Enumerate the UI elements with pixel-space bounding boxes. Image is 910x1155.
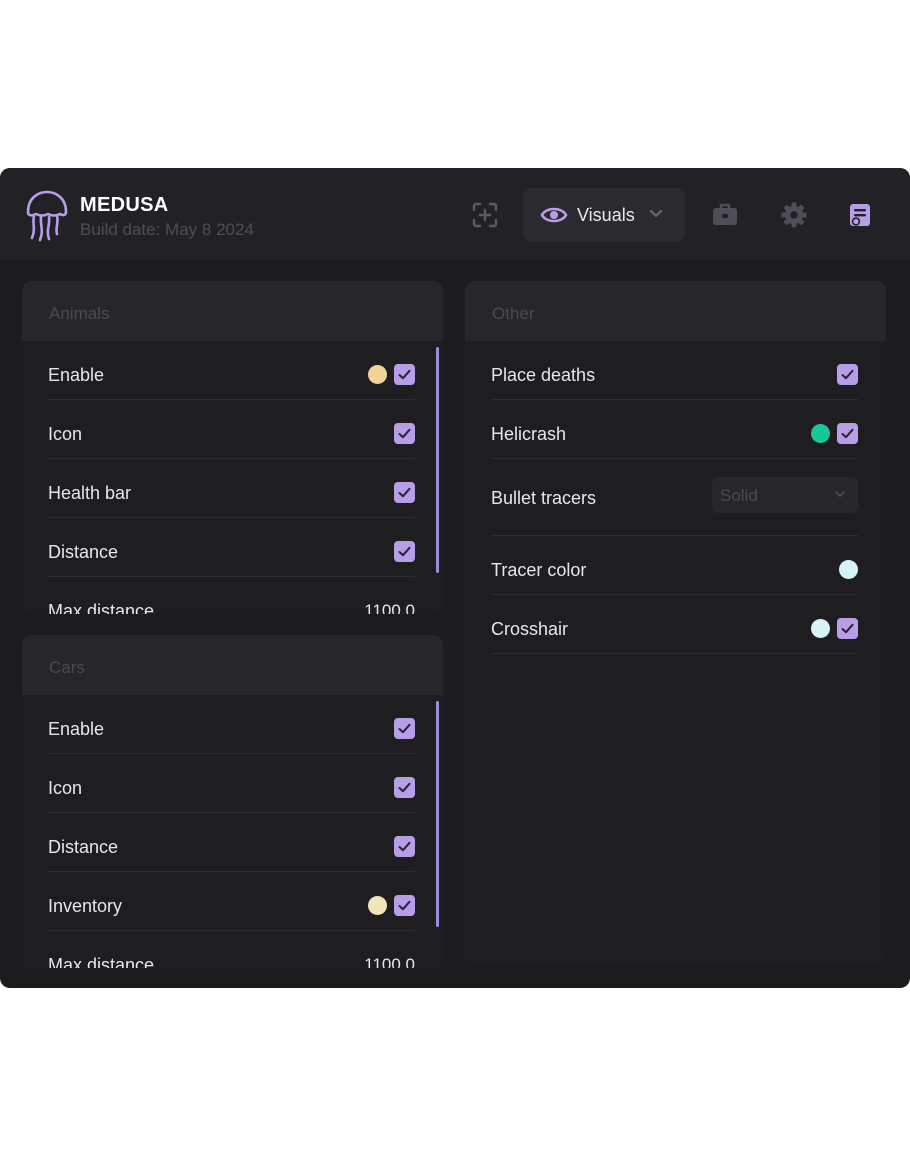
cars-panel-title: Cars xyxy=(49,658,85,677)
check-icon xyxy=(398,841,411,852)
check-icon xyxy=(398,723,411,734)
row-label: Tracer color xyxy=(491,560,587,580)
helicrash-checkbox[interactable] xyxy=(837,423,858,444)
row-label: Icon xyxy=(48,778,83,798)
max-distance-value: 1100.0 xyxy=(364,955,415,968)
animals-row-distance: Distance xyxy=(48,518,415,577)
place-deaths-checkbox[interactable] xyxy=(837,364,858,385)
color-swatch[interactable] xyxy=(839,560,858,579)
cars-row-inventory: Inventory xyxy=(48,872,415,931)
color-swatch[interactable] xyxy=(811,424,830,443)
row-label: Distance xyxy=(48,542,119,562)
other-panel-title: Other xyxy=(492,304,535,323)
jellyfish-logo-icon xyxy=(26,190,68,242)
cars-row-icon: Icon xyxy=(48,754,415,813)
health-bar-checkbox[interactable] xyxy=(394,482,415,503)
config-list-icon xyxy=(850,204,870,226)
color-swatch[interactable] xyxy=(811,619,830,638)
cars-panel: Cars Enable Icon Distance Inventory Max … xyxy=(22,635,443,968)
cars-row-distance: Distance xyxy=(48,813,415,872)
crosshair-add-icon xyxy=(472,202,498,228)
check-icon xyxy=(841,428,854,439)
animals-panel-body[interactable]: Enable Icon Health bar Distance Max dist… xyxy=(22,341,443,614)
animals-row-enable: Enable xyxy=(48,341,415,400)
header-bar: MEDUSA Build date: May 8 2024 Visuals xyxy=(0,168,910,260)
animals-panel: Animals Enable Icon Health bar Distance … xyxy=(22,281,443,614)
check-icon xyxy=(841,623,854,634)
app-window: MEDUSA Build date: May 8 2024 Visuals An… xyxy=(0,168,910,988)
color-swatch[interactable] xyxy=(368,365,387,384)
check-icon xyxy=(398,487,411,498)
inventory-checkbox[interactable] xyxy=(394,895,415,916)
animals-row-max-distance[interactable]: Max distance 1100.0 xyxy=(48,577,415,614)
app-title: MEDUSA xyxy=(80,194,169,216)
chevron-down-icon xyxy=(835,491,845,497)
row-label: Max distance xyxy=(48,601,155,614)
chevron-down-icon xyxy=(650,210,662,217)
check-icon xyxy=(398,546,411,557)
row-label: Bullet tracers xyxy=(491,488,597,508)
settings-button[interactable] xyxy=(779,200,809,230)
animals-panel-header: Animals xyxy=(22,281,443,341)
row-label: Max distance xyxy=(48,955,155,968)
max-distance-value: 1100.0 xyxy=(364,601,415,614)
other-row-bullet-tracers: Bullet tracers Solid xyxy=(491,459,858,536)
enable-checkbox[interactable] xyxy=(394,364,415,385)
row-label: Distance xyxy=(48,837,119,857)
check-icon xyxy=(398,782,411,793)
other-row-tracer-color: Tracer color xyxy=(491,536,858,595)
color-swatch[interactable] xyxy=(368,896,387,915)
animals-row-health-bar: Health bar xyxy=(48,459,415,518)
check-icon xyxy=(841,369,854,380)
other-row-crosshair: Crosshair xyxy=(491,595,858,654)
cars-row-enable: Enable xyxy=(48,695,415,754)
cars-scrollbar[interactable] xyxy=(436,701,439,927)
briefcase-icon xyxy=(713,203,737,225)
check-icon xyxy=(398,428,411,439)
animals-scrollbar[interactable] xyxy=(436,347,439,573)
check-icon xyxy=(398,900,411,911)
cars-row-max-distance[interactable]: Max distance 1100.0 xyxy=(48,931,415,968)
row-label: Health bar xyxy=(48,483,132,503)
icon-checkbox[interactable] xyxy=(394,423,415,444)
animals-row-icon: Icon xyxy=(48,400,415,459)
bullet-tracers-dropdown[interactable]: Solid xyxy=(712,477,858,513)
other-row-helicrash: Helicrash xyxy=(491,400,858,459)
check-icon xyxy=(398,369,411,380)
config-button[interactable] xyxy=(845,200,875,230)
eye-icon xyxy=(540,207,568,223)
tab-visuals-label: Visuals xyxy=(577,205,635,225)
other-row-place-deaths: Place deaths xyxy=(491,341,858,400)
cars-panel-header: Cars xyxy=(22,635,443,695)
briefcase-button[interactable] xyxy=(710,200,740,230)
dropdown-value: Solid xyxy=(720,486,758,505)
animals-panel-title: Animals xyxy=(49,304,110,323)
distance-checkbox[interactable] xyxy=(394,541,415,562)
other-panel: Other Place deaths Helicrash Bullet trac… xyxy=(465,281,886,965)
cars-panel-body[interactable]: Enable Icon Distance Inventory Max dista… xyxy=(22,695,443,968)
row-label: Icon xyxy=(48,424,83,444)
distance-checkbox[interactable] xyxy=(394,836,415,857)
row-label: Enable xyxy=(48,365,105,385)
enable-checkbox[interactable] xyxy=(394,718,415,739)
row-label: Crosshair xyxy=(491,619,569,639)
row-label: Helicrash xyxy=(491,424,567,444)
other-panel-body: Place deaths Helicrash Bullet tracers So… xyxy=(465,341,886,965)
other-panel-header: Other xyxy=(465,281,886,341)
tab-visuals[interactable]: Visuals xyxy=(523,188,685,242)
row-label: Place deaths xyxy=(491,365,596,385)
icon-checkbox[interactable] xyxy=(394,777,415,798)
row-label: Enable xyxy=(48,719,105,739)
row-label: Inventory xyxy=(48,896,123,916)
crosshair-add-button[interactable] xyxy=(470,200,500,230)
gear-icon xyxy=(781,202,807,228)
build-date: Build date: May 8 2024 xyxy=(80,220,254,239)
crosshair-checkbox[interactable] xyxy=(837,618,858,639)
